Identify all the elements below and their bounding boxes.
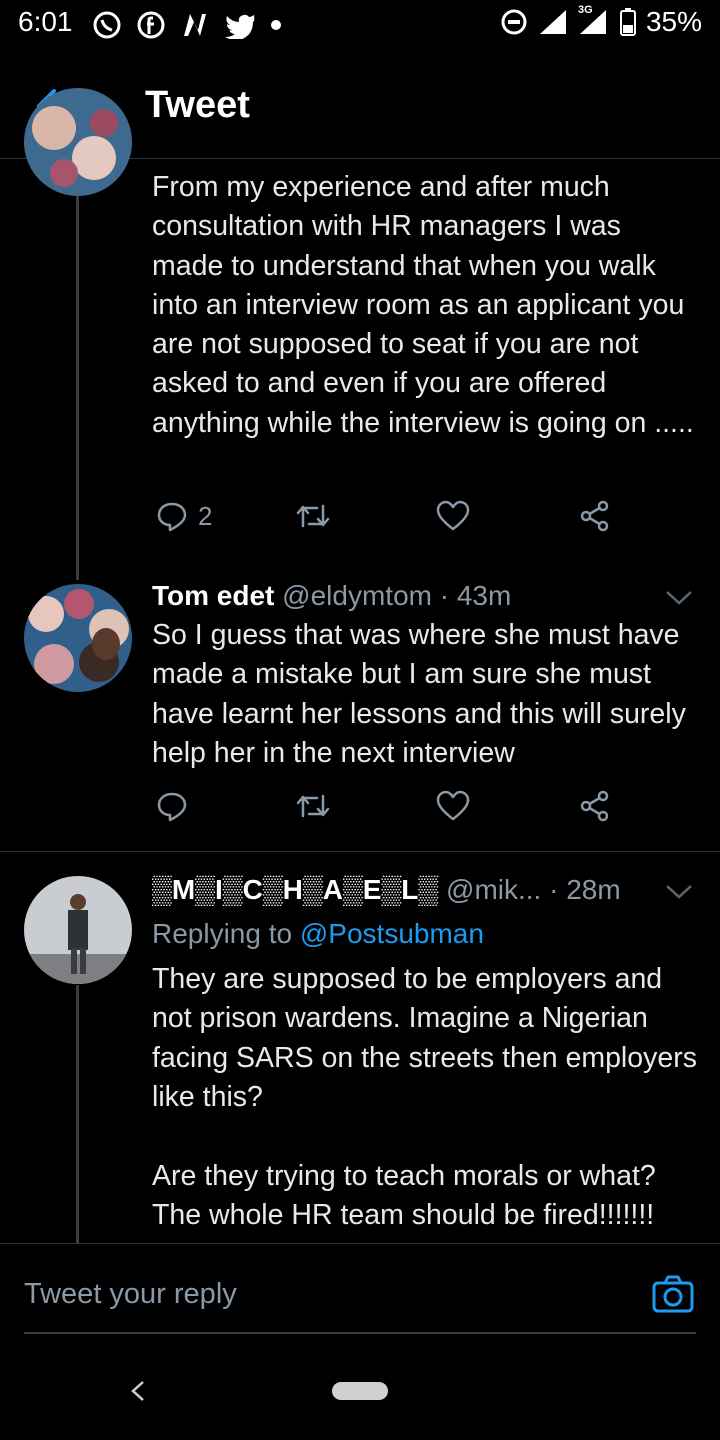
author-name[interactable]: Tom edet: [152, 580, 274, 611]
tweet-actions: [152, 790, 622, 830]
reply-count: 2: [198, 500, 213, 531]
chevron-down-icon[interactable]: [664, 882, 694, 902]
reply-composer: Tweet your reply: [0, 1243, 720, 1334]
replying-to: Replying to @Postsubman: [152, 918, 484, 950]
thread-connector: [76, 985, 79, 1243]
replying-to-handle[interactable]: @Postsubman: [300, 918, 484, 949]
battery-percentage: 35%: [645, 6, 702, 37]
twitter-icon: [225, 14, 255, 39]
reply-button[interactable]: [156, 790, 188, 822]
tweet-text: From my experience and after much consul…: [152, 171, 694, 439]
share-button[interactable]: [578, 500, 610, 532]
share-icon: [580, 500, 609, 532]
heart-icon: [436, 500, 470, 531]
do-not-disturb-icon: [501, 9, 527, 35]
author-handle[interactable]: @mik...: [446, 874, 541, 905]
author-name[interactable]: ▒M▒I▒C▒H▒A▒E▒L▒: [152, 874, 438, 905]
retweet-icon: [296, 794, 330, 818]
network-type-label: 3G: [577, 4, 593, 16]
retweet-button[interactable]: [295, 500, 331, 532]
avatar[interactable]: [24, 584, 132, 692]
tweet-text-paragraph-2: Are they trying to teach morals or what?…: [152, 1160, 656, 1232]
author-handle[interactable]: @eldymtom: [282, 580, 432, 611]
thread-connector: [76, 185, 79, 580]
retweet-icon: [296, 504, 330, 528]
reply-button[interactable]: 2: [156, 500, 212, 532]
avatar[interactable]: [24, 88, 132, 196]
tweet-time: · 28m: [549, 874, 621, 905]
retweet-button[interactable]: [295, 790, 331, 822]
avatar[interactable]: [24, 876, 132, 984]
tweet-meta: ▒M▒I▒C▒H▒A▒E▒L▒ @mik... · 28m: [152, 874, 621, 906]
nav-home-pill[interactable]: [332, 1382, 388, 1400]
news-icon: [184, 14, 206, 36]
like-button[interactable]: [436, 790, 470, 822]
like-button[interactable]: [436, 500, 470, 532]
tweet-divider: [0, 851, 720, 852]
reply-icon: [157, 502, 187, 532]
system-nav-bar: [0, 1340, 720, 1440]
signal-3g-icon: 3G: [578, 4, 610, 36]
tweet-time: · 43m: [439, 580, 512, 611]
tweet-text: They are supposed to be employers and no…: [152, 963, 697, 1113]
signal-icon: [539, 10, 566, 34]
status-time: 6:01: [18, 6, 73, 37]
page-title: Tweet: [145, 84, 250, 126]
tweet-actions: 2: [152, 500, 622, 540]
heart-icon: [436, 790, 470, 821]
chevron-down-icon[interactable]: [664, 588, 694, 608]
nav-back-icon[interactable]: [128, 1380, 148, 1402]
more-notifications-dot-icon: [271, 20, 281, 30]
tweet-text: So I guess that was where she must have …: [152, 619, 686, 769]
facebook-icon: [137, 11, 165, 39]
notification-icons: [92, 10, 282, 40]
share-icon: [580, 790, 609, 822]
camera-icon[interactable]: [652, 1274, 694, 1314]
share-button[interactable]: [578, 790, 610, 822]
whatsapp-icon: [93, 11, 121, 39]
tweet-meta: Tom edet @eldymtom · 43m: [152, 580, 511, 612]
status-bar: 6:01 3G 35%: [0, 0, 720, 50]
reply-input[interactable]: Tweet your reply: [24, 1278, 237, 1311]
status-right: 3G 35%: [500, 4, 702, 38]
reply-underline: [24, 1332, 696, 1334]
reply-icon: [157, 792, 187, 822]
battery-icon: [619, 8, 636, 36]
replying-to-label: Replying to: [152, 918, 293, 949]
